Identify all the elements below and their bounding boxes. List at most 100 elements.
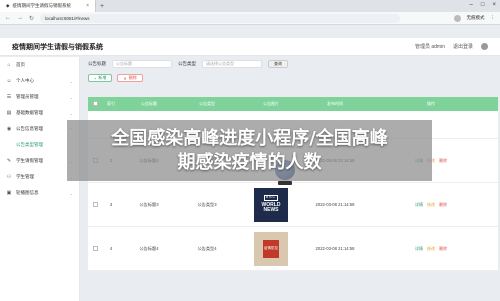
- sidebar-item-admins[interactable]: ☰ 管理员管理 ⌄: [0, 89, 79, 105]
- column-header: 发布时间: [327, 101, 343, 106]
- leave-icon: ✎: [6, 158, 12, 164]
- back-icon[interactable]: ←: [5, 15, 11, 21]
- reload-icon[interactable]: ↻: [29, 15, 34, 22]
- edit-button[interactable]: 修改: [427, 202, 435, 208]
- sidebar-item-label: 首页: [16, 62, 25, 67]
- sidebar-item-carousel[interactable]: ▣ 轮播图信息 ⌄: [0, 185, 79, 201]
- detail-button[interactable]: 详情: [415, 246, 423, 252]
- sidebar-item-label: 学生请假管理: [16, 158, 43, 163]
- headline-overlay: 全国感染高峰进度小程序/全国高峰 期感染疫情的人数: [67, 120, 432, 181]
- delete-button[interactable]: ✕ 删除: [117, 74, 143, 82]
- edit-button[interactable]: 修改: [427, 246, 435, 252]
- sidebar-item-profile[interactable]: ☺ 个人中心 ⌄: [0, 73, 79, 89]
- trash-icon: ✕: [123, 75, 127, 81]
- sidebar-item-label: 基础数据管理: [16, 110, 43, 115]
- row-actions: 详情 修改 删除: [364, 246, 498, 252]
- type-filter-placeholder: 请选择公告类型: [206, 61, 234, 66]
- sidebar-item-label: 轮播图信息: [16, 190, 39, 195]
- bbc-news-thumbnail[interactable]: BBC WORLD NEWS: [254, 187, 288, 222]
- chevron-down-icon: ⌄: [69, 190, 73, 196]
- poster-thumbnail[interactable]: 疫情防控: [254, 231, 288, 266]
- maximize-icon[interactable]: □: [481, 2, 485, 8]
- sidebar-item-home[interactable]: ⌂ 首页: [0, 57, 79, 73]
- chevron-down-icon: ⌄: [69, 110, 73, 116]
- chevron-down-icon: ⌄: [69, 78, 73, 84]
- row-type: 公告类型4: [197, 245, 217, 251]
- row-title: 公告标题3: [139, 201, 159, 207]
- profile-avatar[interactable]: [453, 14, 461, 22]
- select-all-checkbox[interactable]: [88, 101, 102, 107]
- sidebar-item-base-data[interactable]: ▤ 基础数据管理 ⌄: [0, 105, 79, 121]
- search-button-label: 查询: [274, 61, 282, 66]
- logout-link[interactable]: 退出登录: [453, 43, 473, 50]
- address-bar: ← → ↻ localhost:8081/#/news 无痕模式 ⋮: [0, 12, 500, 25]
- add-button[interactable]: + 新增: [88, 74, 113, 82]
- row-actions: 详情 修改 删除: [364, 202, 498, 208]
- sidebar-item-label: 学生管理: [16, 174, 34, 179]
- menu-icon[interactable]: ⋮: [491, 15, 496, 21]
- column-header: 公告图片: [263, 101, 279, 106]
- sidebar-item-label: 公告类型管理: [16, 142, 43, 147]
- tab-title: 疫情期间学生请假与销假系统: [12, 3, 71, 8]
- headline-line-2: 期感染疫情的人数: [177, 151, 322, 173]
- row-delete-button[interactable]: 删除: [439, 158, 447, 164]
- column-header: 索引: [107, 101, 115, 106]
- sidebar-item-label: 管理员管理: [16, 94, 39, 99]
- sidebar-item-label: 个人中心: [16, 78, 34, 83]
- home-icon: ⌂: [7, 62, 11, 68]
- browser-tab[interactable]: ◆ 疫情期间学生请假与销假系统 ×: [0, 0, 96, 12]
- poster-text: 疫情防控: [263, 239, 279, 258]
- bbc-logo-text: BBC: [263, 195, 279, 201]
- app-title: 疫情期间学生请假与销假系统: [12, 43, 103, 51]
- carousel-icon: ▣: [6, 190, 12, 196]
- browser-tabbar: ◆ 疫情期间学生请假与销假系统 × + – □ ×: [0, 0, 500, 12]
- close-tab-icon[interactable]: ×: [86, 3, 89, 9]
- chevron-down-icon: ⌄: [69, 94, 73, 100]
- app-header: 疫情期间学生请假与销假系统 管理员 admin 退出登录: [0, 38, 500, 56]
- user-icon: ☺: [6, 78, 12, 84]
- action-row: + 新增 ✕ 删除: [82, 71, 500, 85]
- headline-line-1: 全国感染高峰进度小程序/全国高峰: [111, 128, 388, 150]
- row-checkbox[interactable]: [88, 201, 102, 208]
- type-filter-select[interactable]: 请选择公告类型: [202, 60, 262, 68]
- tab-favicon-icon: ◆: [6, 3, 10, 8]
- row-delete-button[interactable]: 删除: [439, 246, 447, 252]
- bbc-news-text: NEWS: [263, 207, 279, 214]
- avatar[interactable]: [481, 43, 488, 50]
- minimize-icon[interactable]: –: [470, 2, 473, 8]
- row-checkbox[interactable]: [88, 245, 102, 252]
- row-image: BBC WORLD NEWS: [236, 187, 306, 222]
- title-filter-label: 公告标题: [88, 61, 106, 66]
- column-header: 操作: [427, 101, 435, 106]
- close-window-icon[interactable]: ×: [492, 2, 496, 8]
- profile-label: 无痕模式: [466, 15, 485, 20]
- admin-icon: ☰: [6, 94, 12, 100]
- plus-icon: +: [94, 75, 97, 81]
- row-time: 2022-03-08 21:14:58: [315, 202, 355, 207]
- window-controls: – □ ×: [470, 2, 496, 8]
- row-index: 3: [109, 202, 113, 207]
- filter-row: 公告标题 公告标题 公告类型 请选择公告类型 查询: [82, 57, 500, 71]
- column-header: 公告类型: [199, 101, 215, 106]
- row-title: 公告标题4: [139, 245, 159, 251]
- add-button-label: 新增: [98, 75, 107, 80]
- table-row: 3 公告标题3 公告类型3 BBC WORLD NEWS 2022-03-08 …: [88, 183, 498, 227]
- forward-icon[interactable]: →: [17, 15, 23, 21]
- notice-icon: ◉: [6, 126, 12, 132]
- table-row: 4 公告标题4 公告类型4 疫情防控 2022-03-08 21:14:58 详…: [88, 227, 498, 271]
- new-tab-icon[interactable]: +: [100, 3, 104, 10]
- type-filter-label: 公告类型: [178, 61, 196, 66]
- title-filter-placeholder: 公告标题: [116, 61, 132, 66]
- students-icon: ⚇: [6, 174, 12, 180]
- title-filter-input[interactable]: 公告标题: [112, 60, 172, 68]
- table-header: 索引 公告标题 公告类型 公告图片 发布时间 操作: [88, 97, 498, 111]
- delete-button-label: 删除: [128, 75, 137, 80]
- row-image: 疫情防控: [236, 231, 306, 266]
- detail-button[interactable]: 详情: [415, 202, 423, 208]
- row-delete-button[interactable]: 删除: [439, 202, 447, 208]
- url-field[interactable]: localhost:8081/#/news: [40, 13, 401, 23]
- data-icon: ▤: [6, 110, 12, 116]
- row-index: 4: [109, 246, 113, 251]
- search-button[interactable]: 查询: [268, 60, 288, 68]
- row-type: 公告类型3: [197, 201, 217, 207]
